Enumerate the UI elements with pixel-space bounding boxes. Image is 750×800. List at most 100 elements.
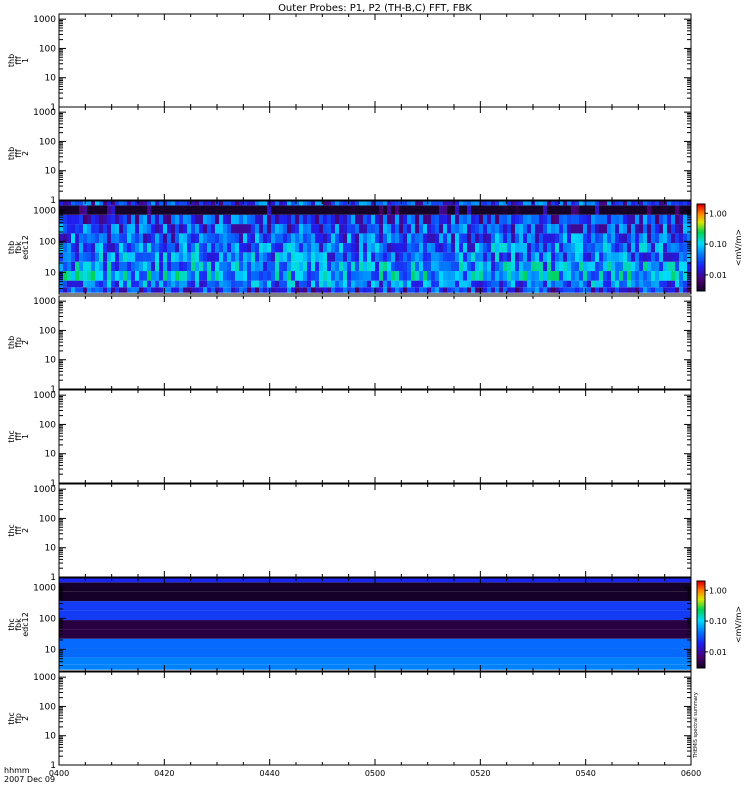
heatmap-cell bbox=[655, 224, 660, 234]
heatmap-cell bbox=[239, 224, 244, 234]
heatmap-cell bbox=[127, 252, 132, 262]
heatmap-cell bbox=[247, 280, 252, 288]
heatmap-cell bbox=[223, 287, 228, 293]
heatmap-cell bbox=[499, 287, 504, 293]
heatmap-cell bbox=[255, 243, 260, 253]
heatmap-cell bbox=[619, 287, 624, 293]
heatmap-cell bbox=[183, 271, 188, 281]
heatmap-cell bbox=[311, 261, 316, 272]
heatmap-cell bbox=[631, 201, 636, 206]
heatmap-cell bbox=[227, 271, 232, 281]
heatmap-cell bbox=[67, 252, 72, 262]
heatmap-cell bbox=[327, 271, 332, 281]
heatmap-cell bbox=[499, 233, 504, 244]
heatmap-cell bbox=[339, 233, 344, 244]
heatmap-cell bbox=[523, 287, 528, 293]
heatmap-cell bbox=[147, 271, 152, 281]
heatmap-cell bbox=[567, 252, 572, 262]
y-tick-label: 10 bbox=[45, 74, 57, 84]
heatmap-cell bbox=[211, 243, 216, 253]
heatmap-cell bbox=[131, 252, 136, 262]
heatmap-cell bbox=[143, 261, 148, 272]
heatmap-cell bbox=[327, 224, 332, 234]
heatmap-cell bbox=[587, 233, 592, 244]
heatmap-cell bbox=[195, 233, 200, 244]
heatmap-cell bbox=[399, 224, 404, 234]
heatmap-cell bbox=[135, 271, 140, 281]
heatmap-cell bbox=[95, 201, 100, 206]
heatmap-cell bbox=[355, 233, 360, 244]
heatmap-cell bbox=[547, 224, 552, 234]
heatmap-cell bbox=[331, 252, 336, 262]
heatmap-cell bbox=[651, 287, 656, 293]
heatmap-cell bbox=[127, 224, 132, 234]
heatmap-cell bbox=[75, 224, 80, 234]
heatmap-cell bbox=[99, 261, 104, 272]
heatmap-cell bbox=[71, 252, 76, 262]
heatmap-cell bbox=[331, 287, 336, 293]
heatmap-cell bbox=[123, 252, 128, 262]
heatmap-cell bbox=[99, 233, 104, 244]
heatmap-cell bbox=[351, 233, 356, 244]
heatmap-cell bbox=[471, 224, 476, 234]
heatmap-cell bbox=[123, 243, 128, 253]
heatmap-cell bbox=[187, 224, 192, 234]
heatmap-cell bbox=[75, 233, 80, 244]
heatmap-cell bbox=[99, 205, 104, 215]
heatmap-cell bbox=[275, 261, 280, 272]
heatmap-cell bbox=[351, 287, 356, 293]
heatmap-cell bbox=[503, 252, 508, 262]
heatmap-cell bbox=[463, 205, 468, 215]
heatmap-cell bbox=[191, 280, 196, 288]
heatmap-cell bbox=[439, 252, 444, 262]
heatmap-cell bbox=[295, 243, 300, 253]
heatmap-cell bbox=[303, 243, 308, 253]
heatmap-cell bbox=[643, 201, 648, 206]
heatmap-cell bbox=[499, 243, 504, 253]
heatmap-cell bbox=[235, 261, 240, 272]
heatmap-cell bbox=[83, 280, 88, 288]
heatmap-cell bbox=[235, 205, 240, 215]
heatmap-cell bbox=[563, 233, 568, 244]
heatmap-cell bbox=[275, 271, 280, 281]
heatmap-cell bbox=[599, 214, 604, 225]
heatmap-cell bbox=[363, 224, 368, 234]
heatmap-cell bbox=[91, 280, 96, 288]
colorbar-tick-label: 0.10 bbox=[709, 617, 727, 626]
heatmap-cell bbox=[87, 252, 92, 262]
heatmap-cell bbox=[295, 271, 300, 281]
heatmap-cell bbox=[275, 252, 280, 262]
heatmap-cell bbox=[387, 205, 392, 215]
heatmap-cell bbox=[447, 271, 452, 281]
heatmap-cell bbox=[187, 280, 192, 288]
heatmap-cell bbox=[539, 261, 544, 272]
heatmap-cell bbox=[595, 224, 600, 234]
heatmap-cell bbox=[403, 252, 408, 262]
heatmap-cell bbox=[239, 271, 244, 281]
heatmap-cell bbox=[103, 261, 108, 272]
heatmap-cell bbox=[87, 205, 92, 215]
heatmap-cell bbox=[211, 287, 216, 293]
heatmap-cell bbox=[399, 205, 404, 215]
heatmap-cell bbox=[271, 224, 276, 234]
heatmap-cell bbox=[387, 233, 392, 244]
heatmap-cell bbox=[547, 252, 552, 262]
heatmap-cell bbox=[79, 224, 84, 234]
heatmap-cell bbox=[211, 201, 216, 206]
heatmap-cell bbox=[187, 261, 192, 272]
heatmap-cell bbox=[347, 261, 352, 272]
heatmap-cell bbox=[543, 252, 548, 262]
heatmap-cell bbox=[487, 233, 492, 244]
heatmap-cell bbox=[511, 205, 516, 215]
heatmap-cell bbox=[147, 201, 152, 206]
heatmap-cell bbox=[175, 233, 180, 244]
heatmap-cell bbox=[107, 243, 112, 253]
heatmap-cell bbox=[603, 261, 608, 272]
heatmap-cell bbox=[179, 243, 184, 253]
heatmap-cell bbox=[523, 233, 528, 244]
heatmap-cell bbox=[247, 233, 252, 244]
heatmap-cell bbox=[199, 201, 204, 206]
heatmap-cell bbox=[439, 243, 444, 253]
heatmap-cell bbox=[651, 205, 656, 215]
heatmap-cell bbox=[103, 233, 108, 244]
